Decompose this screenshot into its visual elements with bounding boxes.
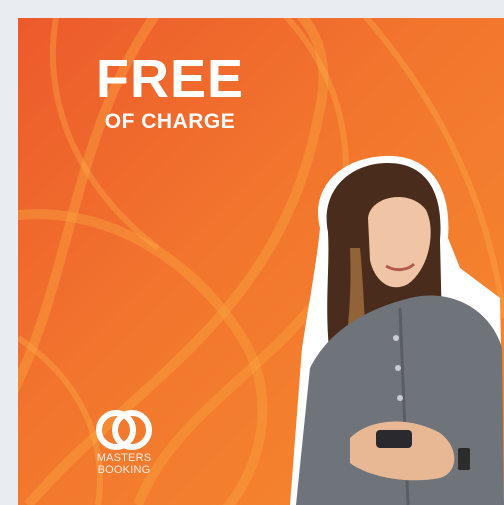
woman-with-phone-photo [290,155,504,505]
promo-banner: FREE OF CHARGE MASTERS BOOKING [18,18,504,505]
headline-free: FREE [96,49,245,109]
brand-logo: MASTERS BOOKING [84,408,164,476]
promo-headline: FREE OF CHARGE [96,52,244,134]
brand-name-line1: MASTERS [96,452,152,464]
brand-name-line2: BOOKING [97,464,151,476]
interlocking-rings-icon [96,410,152,450]
headline-of-charge: OF CHARGE [104,110,236,133]
